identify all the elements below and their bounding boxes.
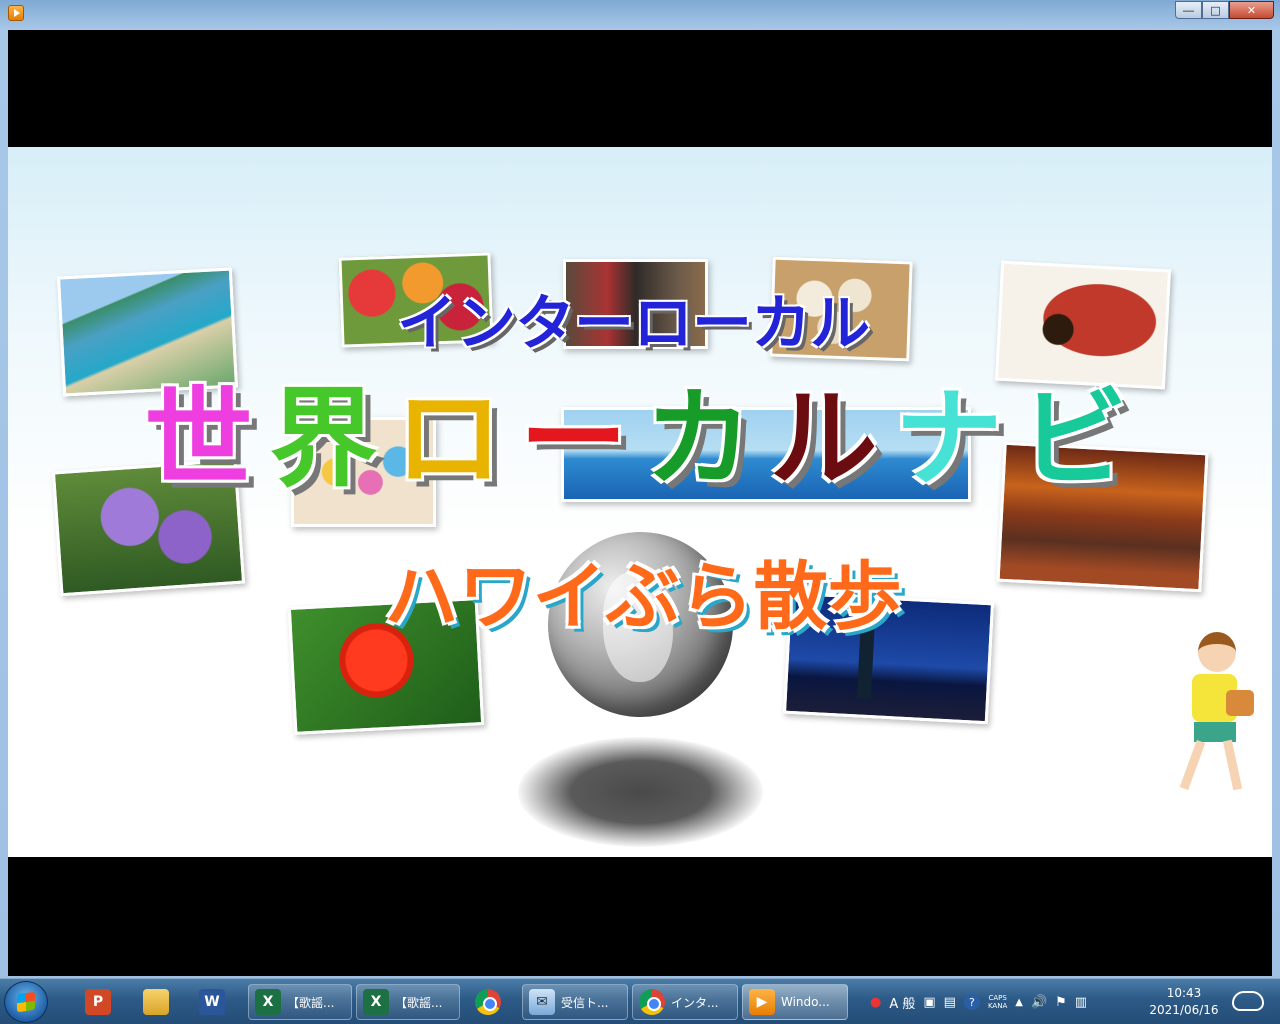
volume-icon[interactable]: 🔊 <box>1031 995 1047 1010</box>
clock-time: 10:43 <box>1166 986 1202 1000</box>
episode-subtitle: ハワイぶら散歩 <box>384 554 902 640</box>
title-character: ナ <box>894 376 1003 502</box>
media-player-icon: ▶ <box>749 989 775 1015</box>
close-button[interactable]: ✕ <box>1229 1 1274 19</box>
minimize-button[interactable]: ― <box>1175 1 1202 19</box>
taskbar-chrome-window[interactable]: インタ... <box>632 984 738 1020</box>
taskbar-excel-window-2[interactable]: X 【歌謡... <box>356 984 460 1020</box>
system-tray: ● A 般 ▣ ▤ ? CAPS KANA ▲ 🔊 ⚑ ▥ <box>870 984 1087 1020</box>
chrome-icon <box>639 989 665 1015</box>
excel-icon: X <box>255 989 281 1015</box>
ime-pen-icon[interactable]: ● <box>870 995 881 1010</box>
taskbar-excel-window-1[interactable]: X 【歌謡... <box>248 984 352 1020</box>
video-frame: インターローカル 世界ローカルナビ ハワイぶら散歩 <box>8 147 1272 857</box>
taskbar-chrome[interactable] <box>466 984 516 1020</box>
title-character: 界 <box>269 376 378 502</box>
program-title-top: インターローカル <box>397 289 870 359</box>
word-icon: W <box>199 989 225 1015</box>
title-character: ロ <box>394 376 503 502</box>
folder-icon <box>143 989 169 1015</box>
powerpoint-icon: P <box>85 989 111 1015</box>
network-icon[interactable]: ▥ <box>1075 995 1087 1010</box>
ime-tools-icon[interactable]: ▤ <box>944 995 956 1010</box>
taskbar-item-label: インタ... <box>671 995 719 1010</box>
show-hidden-icons-icon[interactable]: ▲ <box>1015 997 1023 1008</box>
window-controls: ― □ ✕ <box>1175 1 1274 19</box>
media-player-icon[interactable] <box>8 5 24 21</box>
taskbar-powerpoint[interactable]: P <box>76 984 126 1020</box>
help-icon[interactable]: ? <box>963 994 980 1010</box>
globe-shadow <box>518 737 763 847</box>
title-character: ル <box>769 376 878 502</box>
media-player-window: ― □ ✕ インターローカル 世界ローカルナビ ハワイぶら散歩 <box>0 0 1280 978</box>
taskbar-item-label: Windo... <box>781 995 830 1009</box>
title-character: ー <box>519 376 628 502</box>
mail-icon: ✉ <box>529 989 555 1015</box>
ime-mode-indicator[interactable]: A 般 <box>889 993 915 1012</box>
taskbar-mail-window[interactable]: ✉ 受信ト... <box>522 984 628 1020</box>
action-center-flag-icon[interactable]: ⚑ <box>1055 995 1067 1010</box>
walking-girl-illustration <box>1170 632 1260 802</box>
ime-dictionary-icon[interactable]: ▣ <box>923 995 935 1010</box>
caps-label: CAPS <box>988 994 1007 1002</box>
title-bar[interactable]: ― □ ✕ <box>0 0 1280 26</box>
maximize-button[interactable]: □ <box>1202 1 1229 19</box>
clock-date: 2021/06/16 <box>1149 1003 1219 1017</box>
caps-kana-indicator: CAPS KANA <box>988 994 1007 1010</box>
title-character: 世 <box>144 376 253 502</box>
title-character: ビ <box>1019 376 1128 502</box>
chrome-icon <box>475 989 501 1015</box>
taskbar-item-label: 受信ト... <box>561 995 609 1010</box>
title-character: カ <box>644 376 753 502</box>
taskbar-clock[interactable]: 10:43 2021/06/16 <box>1138 985 1230 1019</box>
taskbar-item-label: 【歌謡... <box>395 995 443 1010</box>
taskbar: P W X 【歌謡... X 【歌謡... ✉ 受信ト... インタ... ▶ … <box>0 978 1280 1024</box>
onedrive-cloud-icon[interactable] <box>1232 991 1264 1011</box>
program-title-main: 世界ローカルナビ <box>136 367 1136 502</box>
start-button[interactable] <box>4 981 48 1023</box>
kana-label: KANA <box>987 1002 1008 1010</box>
taskbar-explorer[interactable] <box>134 984 184 1020</box>
video-area[interactable]: インターローカル 世界ローカルナビ ハワイぶら散歩 <box>8 30 1272 976</box>
excel-icon: X <box>363 989 389 1015</box>
taskbar-media-player-window[interactable]: ▶ Windo... <box>742 984 848 1020</box>
taskbar-item-label: 【歌謡... <box>287 995 335 1010</box>
taskbar-word[interactable]: W <box>190 984 240 1020</box>
